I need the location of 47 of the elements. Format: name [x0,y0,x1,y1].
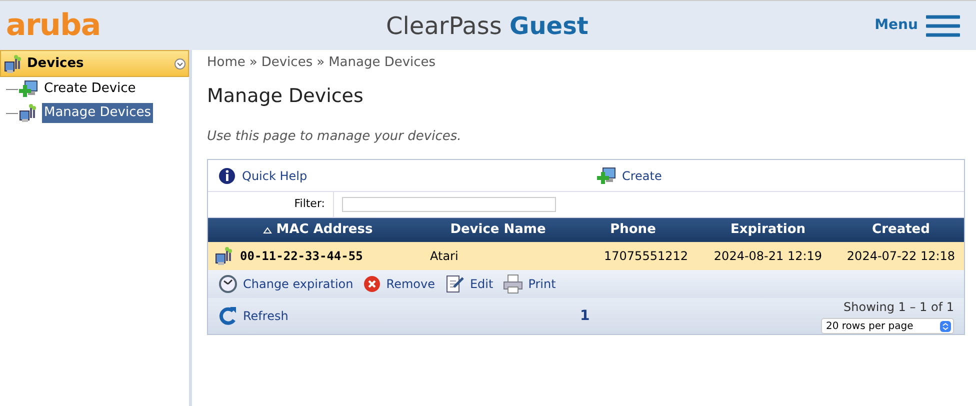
sidebar-section-header[interactable]: Devices [0,50,189,77]
column-header[interactable]: Device Name [428,220,568,240]
column-header[interactable]: Phone [568,220,698,240]
table-row[interactable]: 00-11-22-33-44-55 Atari 17075551212 2024-08-21 12:19 2024-07-22 12:18 [208,242,964,270]
table-cell-text: 17075551212 [604,248,688,265]
refresh-icon [218,306,238,326]
toolbar-link[interactable]: Quick Help [242,166,308,184]
app-title: ClearPass Guest [386,10,590,42]
info-icon [218,166,236,184]
remove-icon [363,275,382,293]
table-cell-text: 2024-08-21 12:19 [714,248,822,265]
stepper-icon [940,320,951,332]
filter-label: Filter: [208,192,334,217]
toolbar-link[interactable]: Create [622,166,662,184]
table-cell-text: 00-11-22-33-44-55 [240,248,363,265]
collapse-icon[interactable] [174,58,186,70]
add-computer-icon [18,79,38,99]
clock-icon [218,274,238,294]
intro-text: Use this page to manage your devices. [207,128,462,146]
table-cell-text: Atari [430,248,458,265]
column-header[interactable]: Expiration [698,220,838,240]
add-computer-icon [596,166,616,186]
section-label: Devices [27,54,85,73]
refresh-link[interactable]: Refresh [243,307,288,325]
rows-per-page-select[interactable]: 20 rows per page [821,318,954,334]
network-device-icon [3,54,23,74]
row-action-link[interactable]: Change expiration [243,275,354,293]
logo: aruba [6,10,102,40]
page-number[interactable]: 1 [580,306,821,326]
table-cell-text: 2024-07-22 12:18 [846,248,956,265]
breadcrumb: Home » Devices » Manage Devices [207,54,437,72]
page-title: Manage Devices [207,84,364,109]
showing-count: Showing 1 – 1 of 1 [844,299,954,316]
network-device-icon [18,103,38,123]
network-device-icon [214,246,234,266]
column-header[interactable]: MAC Address [208,220,428,240]
menu-button[interactable]: Menu [874,14,960,38]
column-header[interactable]: Created [838,220,964,240]
row-action-link[interactable]: Remove [386,275,435,293]
row-action-link[interactable]: Print [528,275,556,293]
sidebar-item[interactable]: Manage Devices [42,103,154,123]
menu-icon [926,14,960,38]
sidebar-item[interactable]: Create Device [42,79,138,99]
row-action-link[interactable]: Edit [470,275,494,293]
edit-document-icon [444,274,465,294]
filter-field[interactable] [342,197,556,212]
printer-icon [503,274,524,294]
